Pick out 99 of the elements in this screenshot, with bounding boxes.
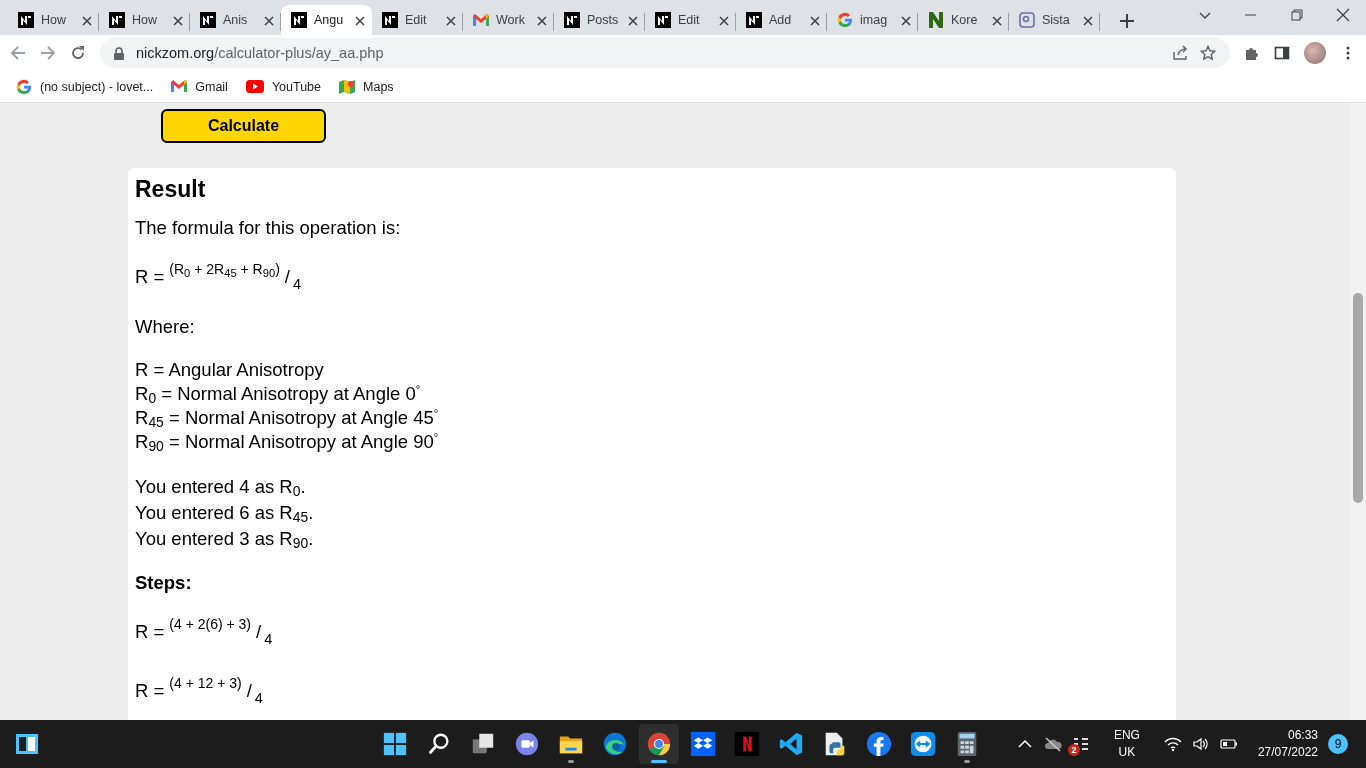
letter-logo-icon: [928, 11, 944, 29]
formula-intro: The formula for this operation is:: [135, 217, 402, 239]
bookmark[interactable]: YouTube: [271, 79, 322, 94]
reload-icon[interactable]: [70, 45, 86, 61]
browser-tab[interactable]: Anis: [190, 5, 281, 35]
tab-title: How: [132, 13, 157, 27]
definition-line: R$_{45}$ = Normal Anisotropy at Angle 45$^{°}$: [135, 406, 440, 430]
entered-value-line: You entered 3 as R$_{90}$.: [135, 527, 315, 552]
map-icon: [339, 78, 356, 95]
formula-numerator: (R$_{0}$ + 2R$_{45}$ + R$_{90}$): [169, 260, 280, 281]
tab-title: Anis: [223, 13, 248, 27]
browser-tab[interactable]: imag: [827, 5, 918, 35]
browser-tab[interactable]: Angu: [281, 5, 372, 35]
definition-line: R$_{90}$ = Normal Anisotropy at Angle 90$^{°}$: [135, 430, 440, 454]
bookmark[interactable]: Maps: [363, 79, 394, 94]
scrollbar-thumb[interactable]: [1353, 293, 1363, 503]
site-logo-icon: [109, 12, 125, 28]
lock-icon: [114, 46, 124, 60]
where-label: Where:: [135, 316, 196, 338]
definition-line: R$_{0}$ = Normal Anisotropy at Angle 0$^{°}$: [135, 382, 422, 406]
browser-tab[interactable]: Edit: [372, 5, 463, 35]
browser-tab[interactable]: Sista: [1009, 5, 1100, 35]
tab-title: Posts: [587, 13, 619, 27]
tab-title: How: [41, 13, 66, 27]
side-panel-icon[interactable]: [1274, 45, 1290, 61]
url-text: nickzom.org/calculator-plus/ay_aa.php: [136, 45, 385, 61]
browser-icon: [602, 731, 628, 757]
steps-heading: Steps:: [135, 572, 193, 594]
video-chat-icon: [514, 731, 540, 757]
chrome-icon: [646, 731, 672, 757]
site-logo-icon: [564, 12, 580, 28]
share-icon[interactable]: [1172, 45, 1188, 61]
formula-lhs: R =: [135, 679, 165, 703]
google-icon: [16, 78, 32, 95]
tab-title: Sista: [1042, 13, 1070, 27]
site-logo-icon: [291, 12, 307, 28]
tab-title: Edit: [678, 13, 700, 27]
forward-icon[interactable]: [40, 45, 56, 61]
formula-denominator: 4: [264, 630, 273, 649]
browser-tab[interactable]: Kore: [918, 5, 1009, 35]
avatar[interactable]: [1304, 42, 1326, 64]
tab-title: Kore: [951, 13, 978, 27]
formula-lhs: R =: [135, 265, 165, 289]
fraction-slash: /: [246, 679, 252, 703]
mail-icon: [171, 80, 188, 93]
browser-tab[interactable]: How: [99, 5, 190, 35]
box-icon: [690, 731, 716, 757]
entered-value-line: You entered 6 as R$_{45}$.: [135, 501, 315, 526]
tab-title: Edit: [405, 13, 427, 27]
back-icon[interactable]: [10, 45, 26, 61]
remote-desktop-icon: [910, 731, 936, 757]
site-logo-icon: [382, 12, 398, 28]
browser-tab[interactable]: Add: [736, 5, 827, 35]
calculate-button[interactable]: Calculate: [161, 109, 326, 143]
entered-value-line: You entered 4 as R$_{0}$.: [135, 475, 307, 500]
address-bar[interactable]: nickzom.org/calculator-plus/ay_aa.php: [100, 38, 1230, 68]
speaker-icon[interactable]: [1191, 736, 1210, 752]
code-editor-icon: [778, 731, 804, 757]
formula-numerator: (4 + 12 + 3): [169, 674, 242, 693]
tab-title: Angu: [314, 13, 344, 27]
result-heading: Result: [135, 176, 207, 203]
browser-tab[interactable]: Posts: [554, 5, 645, 35]
streaming-logo-icon: [734, 731, 760, 757]
count-badge: 2: [1067, 744, 1080, 756]
browser-tab[interactable]: Work: [463, 5, 554, 35]
tab-title: Work: [496, 13, 525, 27]
site-logo-icon: [655, 12, 671, 28]
scrollbar[interactable]: [1350, 103, 1366, 720]
formula-denominator: 4: [293, 275, 302, 294]
site-logo-icon: [746, 12, 762, 28]
formula-lhs: R =: [135, 620, 165, 644]
taskbar-app[interactable]: [639, 724, 679, 764]
definition-line: R = Angular Anisotropy: [135, 358, 325, 382]
bookmark[interactable]: Gmail: [195, 79, 228, 94]
formula-denominator: 4: [254, 689, 263, 708]
square-logo-icon: [1019, 12, 1035, 28]
notification-badge[interactable]: 9: [1328, 734, 1348, 754]
mail-icon: [473, 13, 489, 27]
browser-tab[interactable]: How: [8, 5, 99, 35]
wifi-icon[interactable]: [1163, 736, 1182, 752]
site-logo-icon: [18, 12, 34, 28]
star-icon[interactable]: [1200, 45, 1216, 61]
play-icon: [245, 80, 264, 93]
language-indicator[interactable]: ENG UK: [1113, 727, 1140, 761]
puzzle-icon[interactable]: [1244, 45, 1260, 61]
fraction-slash: /: [284, 265, 290, 289]
facebook-icon: [866, 731, 892, 757]
cloud-off-icon[interactable]: [1043, 736, 1062, 752]
tab-title: Add: [769, 13, 792, 27]
google-icon: [837, 12, 853, 28]
site-logo-icon: [200, 12, 216, 28]
clock[interactable]: 06:33 27/07/2022: [1257, 727, 1318, 761]
battery-icon[interactable]: [1219, 736, 1238, 752]
formula-numerator: (4 + 2(6) + 3): [169, 615, 251, 634]
bookmark[interactable]: (no subject) - lovet...: [40, 79, 154, 94]
windows-logo-icon: [382, 731, 408, 757]
fraction-slash: /: [256, 620, 262, 644]
browser-tab[interactable]: Edit: [645, 5, 736, 35]
tab-title: imag: [860, 13, 888, 27]
